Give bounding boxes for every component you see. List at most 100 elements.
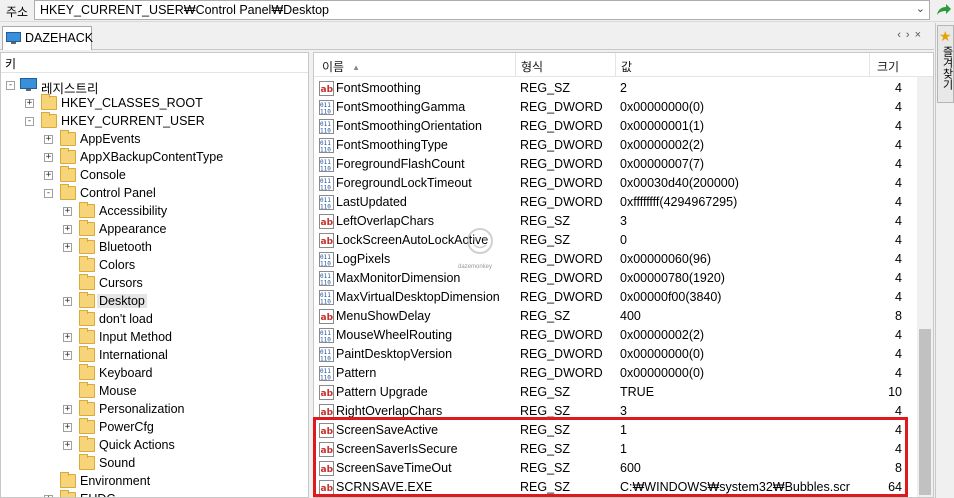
list-item[interactable]: 011 110 MaxVirtualDesktopDimension REG_DWOR… bbox=[314, 288, 916, 307]
col-divider[interactable] bbox=[869, 53, 870, 76]
expand-icon[interactable]: + bbox=[44, 135, 53, 144]
tree-node[interactable]: + PowerCfg bbox=[1, 418, 301, 437]
expand-icon[interactable]: + bbox=[63, 243, 72, 252]
value-data: 0x00000000(0) bbox=[620, 347, 705, 361]
expand-icon[interactable]: + bbox=[63, 423, 72, 432]
tree-node[interactable]: Mouse bbox=[1, 382, 301, 401]
list-item[interactable]: ab LeftOverlapChars REG_SZ 3 4 bbox=[314, 212, 916, 231]
expand-icon[interactable]: + bbox=[63, 297, 72, 306]
tree-node[interactable]: + Bluetooth bbox=[1, 238, 301, 257]
tree-node-label: Console bbox=[80, 168, 126, 182]
svg-text:ab: ab bbox=[321, 389, 334, 399]
tree-node[interactable]: + AppEvents bbox=[1, 130, 301, 149]
favorites-button[interactable]: ★ 즐겨찾기 bbox=[937, 25, 954, 103]
collapse-icon[interactable]: - bbox=[6, 81, 15, 90]
col-divider[interactable] bbox=[515, 53, 516, 76]
binary-value-icon: 011110 bbox=[319, 138, 334, 153]
col-type[interactable]: 형식 bbox=[521, 58, 543, 75]
tab-controls[interactable]: ‹›× bbox=[897, 29, 926, 41]
col-size[interactable]: 크기 bbox=[877, 58, 899, 75]
collapse-icon[interactable]: - bbox=[25, 117, 34, 126]
value-size: 4 bbox=[895, 252, 902, 266]
address-input[interactable]: HKEY_CURRENT_USER₩Control Panel₩Desktop … bbox=[34, 0, 930, 20]
value-type: REG_DWORD bbox=[520, 157, 603, 171]
tree-node[interactable]: don't load bbox=[1, 310, 301, 329]
list-item[interactable]: ab LockScreenAutoLockActive REG_SZ 0 4 bbox=[314, 231, 916, 250]
binary-value-icon: 011110 bbox=[319, 347, 334, 362]
vertical-scrollbar[interactable] bbox=[917, 77, 933, 497]
list-item[interactable]: 011 110 ForegroundLockTimeout REG_DWORD 0x00… bbox=[314, 174, 916, 193]
chevron-down-icon[interactable]: ⌄ bbox=[916, 2, 925, 15]
tab-dazehack[interactable]: DAZEHACK bbox=[2, 26, 93, 50]
list-item[interactable]: 011 110 LastUpdated REG_DWORD 0xffffffff(429… bbox=[314, 193, 916, 212]
tree-node[interactable]: - HKEY_CURRENT_USER bbox=[1, 112, 301, 131]
tree-node[interactable]: + HKEY_CLASSES_ROOT bbox=[1, 94, 301, 113]
tree-node[interactable]: + Appearance bbox=[1, 220, 301, 239]
collapse-icon[interactable]: - bbox=[44, 189, 53, 198]
value-data: 0x00030d40(200000) bbox=[620, 176, 739, 190]
tree-node[interactable]: + Quick Actions bbox=[1, 436, 301, 455]
value-data: 0x00000000(0) bbox=[620, 366, 705, 380]
list-item[interactable]: 011 110 FontSmoothingOrientation REG_DWORD 0… bbox=[314, 117, 916, 136]
value-type: REG_SZ bbox=[520, 385, 571, 399]
tree-node[interactable]: Sound bbox=[1, 454, 301, 473]
folder-icon bbox=[79, 256, 95, 272]
folder-icon bbox=[60, 148, 76, 164]
favorites-bar: ★ 즐겨찾기 bbox=[935, 23, 954, 498]
tree-node[interactable]: - Control Panel bbox=[1, 184, 301, 203]
tree-node[interactable]: Environment bbox=[1, 472, 301, 491]
value-name: ForegroundFlashCount bbox=[336, 157, 465, 171]
list-item[interactable]: 011 110 FontSmoothingType REG_DWORD 0x000000… bbox=[314, 136, 916, 155]
binary-value-icon: 011110 bbox=[319, 176, 334, 191]
expand-icon[interactable]: + bbox=[25, 99, 34, 108]
col-divider[interactable] bbox=[615, 53, 616, 76]
tree-node[interactable]: + Desktop bbox=[1, 292, 301, 311]
list-item[interactable]: 011 110 MaxMonitorDimension REG_DWORD 0x0000… bbox=[314, 269, 916, 288]
folder-icon bbox=[79, 202, 95, 218]
list-item[interactable]: 011 110 Pattern REG_DWORD 0x00000000(0) 4 bbox=[314, 364, 916, 383]
tree-node[interactable]: Colors bbox=[1, 256, 301, 275]
tree-node[interactable]: + Input Method bbox=[1, 328, 301, 347]
folder-icon bbox=[60, 184, 76, 200]
value-size: 8 bbox=[895, 309, 902, 323]
tree-node-label: Control Panel bbox=[80, 186, 156, 200]
expand-icon[interactable]: + bbox=[63, 441, 72, 450]
value-size: 4 bbox=[895, 271, 902, 285]
list-item[interactable]: 011 110 PaintDesktopVersion REG_DWORD 0x0000… bbox=[314, 345, 916, 364]
col-name[interactable]: 이름 ▲ bbox=[322, 58, 360, 75]
expand-icon[interactable]: + bbox=[44, 153, 53, 162]
expand-icon[interactable]: + bbox=[63, 207, 72, 216]
list-item[interactable]: 011 110 FontSmoothingGamma REG_DWORD 0x00000… bbox=[314, 98, 916, 117]
go-arrow-icon[interactable] bbox=[934, 1, 952, 19]
tree-node[interactable]: +EUDC bbox=[1, 490, 301, 497]
list-item[interactable]: 011 110 ForegroundFlashCount REG_DWORD 0x000… bbox=[314, 155, 916, 174]
tree-node[interactable]: + Console bbox=[1, 166, 301, 185]
tree-node-label: Colors bbox=[99, 258, 136, 272]
tree-node[interactable]: + Personalization bbox=[1, 400, 301, 419]
list-item[interactable]: ab FontSmoothing REG_SZ 2 4 bbox=[314, 79, 916, 98]
svg-text:110: 110 bbox=[320, 147, 331, 154]
tree-root[interactable]: - 레지스트리 bbox=[1, 77, 301, 96]
col-value[interactable]: 값 bbox=[621, 58, 632, 75]
value-type: REG_DWORD bbox=[520, 119, 603, 133]
expand-icon[interactable]: + bbox=[63, 405, 72, 414]
expand-icon[interactable]: + bbox=[63, 225, 72, 234]
tree-node[interactable]: + Accessibility bbox=[1, 202, 301, 221]
string-value-icon: ab bbox=[319, 385, 334, 400]
tree-node[interactable]: Keyboard bbox=[1, 364, 301, 383]
list-item[interactable]: 011 110 LogPixels REG_DWORD 0x00000060(96) 4 bbox=[314, 250, 916, 269]
tree-node-label: don't load bbox=[99, 312, 153, 326]
svg-text:110: 110 bbox=[320, 109, 331, 116]
list-item[interactable]: 011 110 MouseWheelRouting REG_DWORD 0x000000… bbox=[314, 326, 916, 345]
tree-node[interactable]: Cursors bbox=[1, 274, 301, 293]
value-type: REG_SZ bbox=[520, 81, 571, 95]
tree-node[interactable]: + International bbox=[1, 346, 301, 365]
tree-node[interactable]: + AppXBackupContentType bbox=[1, 148, 301, 167]
list-item[interactable]: ab MenuShowDelay REG_SZ 400 8 bbox=[314, 307, 916, 326]
expand-icon[interactable]: + bbox=[44, 171, 53, 180]
value-data: 3 bbox=[620, 404, 627, 418]
expand-icon[interactable]: + bbox=[63, 351, 72, 360]
expand-icon[interactable]: + bbox=[63, 333, 72, 342]
scrollbar-thumb[interactable] bbox=[919, 329, 931, 495]
list-item[interactable]: ab Pattern Upgrade REG_SZ TRUE 10 bbox=[314, 383, 916, 402]
